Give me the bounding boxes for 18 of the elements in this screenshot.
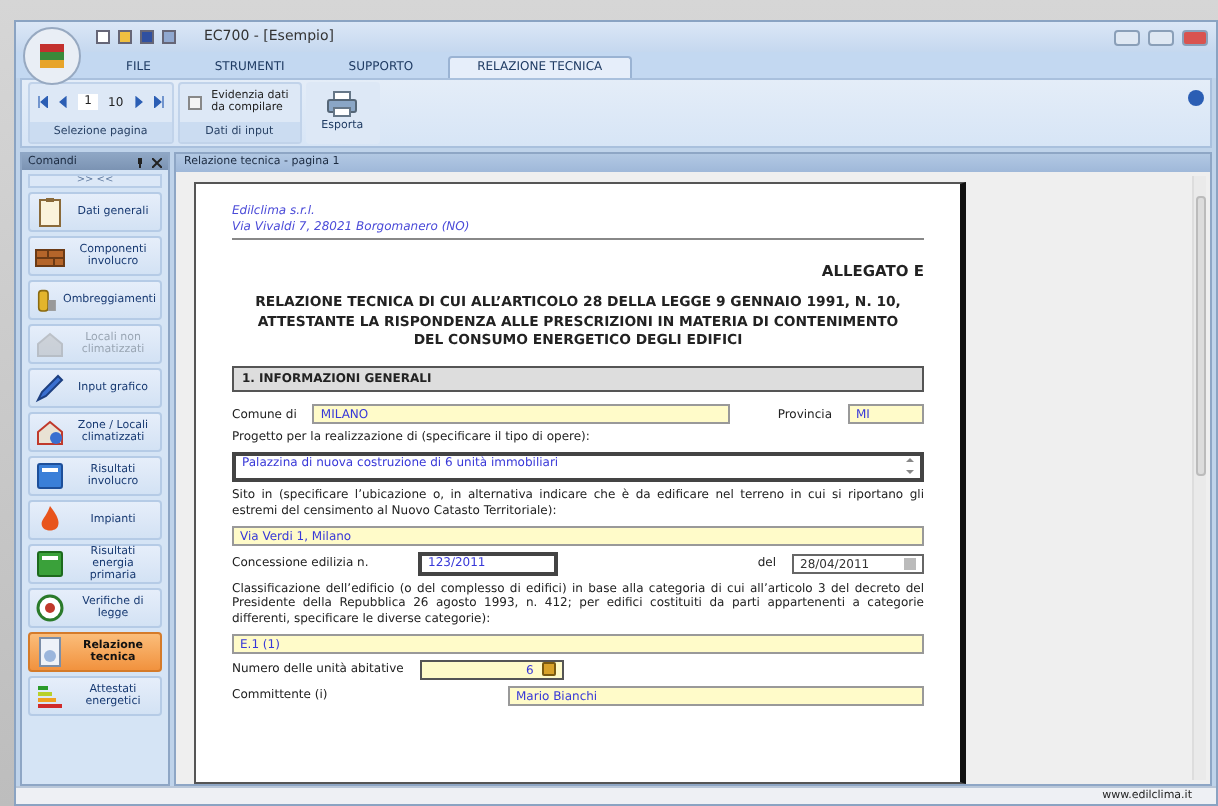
first-page-icon[interactable] bbox=[38, 96, 48, 109]
cylinder-icon bbox=[34, 284, 59, 316]
scroll-arrows-icon[interactable] bbox=[906, 455, 914, 476]
clipboard-icon bbox=[34, 196, 66, 228]
house-icon bbox=[34, 328, 66, 360]
close-icon[interactable] bbox=[152, 157, 162, 167]
emblem-icon bbox=[34, 592, 66, 624]
pin-icon[interactable] bbox=[136, 157, 144, 167]
last-page-icon[interactable] bbox=[153, 96, 164, 109]
previous-page-icon[interactable] bbox=[58, 96, 68, 109]
next-page-icon[interactable] bbox=[133, 96, 144, 109]
energy-label-icon bbox=[34, 680, 66, 712]
house-icon bbox=[34, 416, 66, 448]
pencil-icon bbox=[34, 372, 66, 404]
printer-icon bbox=[326, 90, 359, 119]
close-button[interactable] bbox=[1182, 29, 1208, 45]
vertical-scrollbar[interactable] bbox=[1192, 176, 1206, 780]
checkbox[interactable] bbox=[187, 95, 202, 110]
